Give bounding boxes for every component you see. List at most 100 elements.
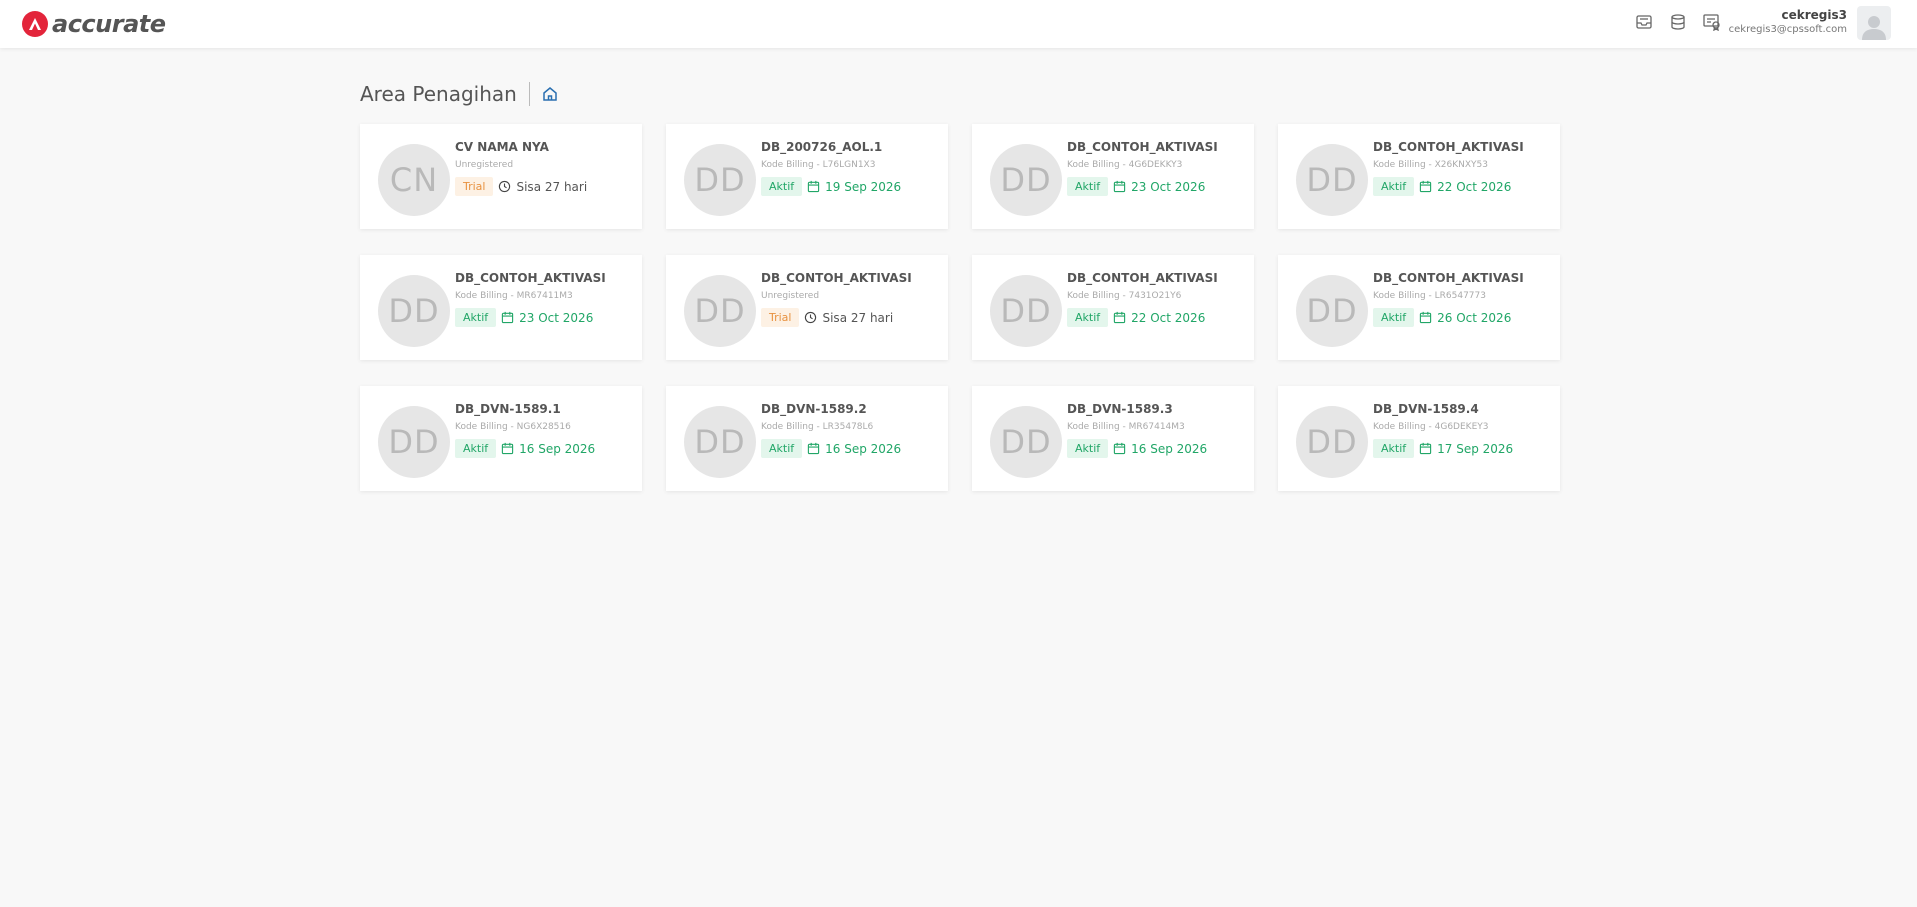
card-initials-avatar: DD xyxy=(1296,275,1368,347)
clock-icon xyxy=(498,180,512,194)
accurate-logo[interactable]: accurate xyxy=(22,10,166,38)
database-card-6[interactable]: DD DB_CONTOH_AKTIVASI Unregistered Trial… xyxy=(666,255,948,360)
card-status-row: Trial Sisa 27 hari xyxy=(761,308,940,327)
logo-text: accurate xyxy=(52,10,166,38)
calendar-icon xyxy=(1113,180,1127,194)
user-name: cekregis3 xyxy=(1781,8,1847,22)
status-detail: 23 Oct 2026 xyxy=(1131,179,1206,194)
top-bar: accurate cekregis3 cekregis3@cpssoft.com xyxy=(0,0,1917,48)
status-detail: 16 Sep 2026 xyxy=(1131,441,1208,456)
database-card-grid: CN CV NAMA NYA Unregistered Trial Sisa 2… xyxy=(360,124,1560,491)
card-status-row: Aktif 16 Sep 2026 xyxy=(761,439,940,458)
card-name: DB_200726_AOL.1 xyxy=(761,140,883,154)
card-subtitle: Kode Billing - MR67414M3 xyxy=(1067,422,1185,432)
database-card-3[interactable]: DD DB_CONTOH_AKTIVASI Kode Billing - 4G6… xyxy=(972,124,1254,229)
clock-icon xyxy=(804,311,818,325)
database-card-2[interactable]: DD DB_200726_AOL.1 Kode Billing - L76LGN… xyxy=(666,124,948,229)
card-body: DB_CONTOH_AKTIVASI Kode Billing - LR6547… xyxy=(1373,271,1552,327)
card-body: DB_DVN-1589.1 Kode Billing - NG6X28516 A… xyxy=(455,402,634,458)
status-detail: Sisa 27 hari xyxy=(822,310,894,325)
header-icons xyxy=(1634,12,1722,32)
certificate-icon[interactable] xyxy=(1702,12,1722,32)
card-initials-avatar: DD xyxy=(990,144,1062,216)
card-body: CV NAMA NYA Unregistered Trial Sisa 27 h… xyxy=(455,140,634,196)
card-status-row: Aktif 22 Oct 2026 xyxy=(1373,177,1552,196)
card-name: CV NAMA NYA xyxy=(455,140,549,154)
card-status-row: Aktif 16 Sep 2026 xyxy=(455,439,634,458)
calendar-icon xyxy=(1113,311,1127,325)
database-card-9[interactable]: DD DB_DVN-1589.1 Kode Billing - NG6X2851… xyxy=(360,386,642,491)
card-name: DB_CONTOH_AKTIVASI xyxy=(455,271,606,285)
card-status-row: Aktif 23 Oct 2026 xyxy=(455,308,634,327)
status-badge: Aktif xyxy=(1067,439,1109,458)
card-body: DB_DVN-1589.4 Kode Billing - 4G6DEKEY3 A… xyxy=(1373,402,1552,458)
card-name: DB_CONTOH_AKTIVASI xyxy=(1067,140,1218,154)
database-card-10[interactable]: DD DB_DVN-1589.2 Kode Billing - LR35478L… xyxy=(666,386,948,491)
status-badge: Aktif xyxy=(1373,177,1415,196)
card-subtitle: Kode Billing - X26KNXY53 xyxy=(1373,160,1489,170)
card-body: DB_CONTOH_AKTIVASI Unregistered Trial Si… xyxy=(761,271,940,327)
status-detail: 23 Oct 2026 xyxy=(519,310,594,325)
card-status-row: Aktif 22 Oct 2026 xyxy=(1067,308,1246,327)
status-badge: Aktif xyxy=(1067,177,1109,196)
card-subtitle: Kode Billing - LR6547773 xyxy=(1373,291,1486,301)
status-badge: Trial xyxy=(455,177,494,196)
card-body: DB_DVN-1589.3 Kode Billing - MR67414M3 A… xyxy=(1067,402,1246,458)
status-badge: Trial xyxy=(761,308,800,327)
page-title: Area Penagihan xyxy=(360,82,517,106)
card-subtitle: Kode Billing - MR67411M3 xyxy=(455,291,573,301)
calendar-icon xyxy=(501,311,515,325)
card-name: DB_CONTOH_AKTIVASI xyxy=(761,271,912,285)
card-name: DB_CONTOH_AKTIVASI xyxy=(1373,271,1524,285)
status-detail: 16 Sep 2026 xyxy=(825,441,902,456)
card-body: DB_DVN-1589.2 Kode Billing - LR35478L6 A… xyxy=(761,402,940,458)
inbox-icon[interactable] xyxy=(1634,12,1654,32)
card-initials-avatar: DD xyxy=(378,406,450,478)
database-card-11[interactable]: DD DB_DVN-1589.3 Kode Billing - MR67414M… xyxy=(972,386,1254,491)
user-avatar[interactable] xyxy=(1857,6,1891,40)
card-name: DB_DVN-1589.3 xyxy=(1067,402,1173,416)
status-detail: Sisa 27 hari xyxy=(516,179,588,194)
card-status-row: Aktif 26 Oct 2026 xyxy=(1373,308,1552,327)
database-card-1[interactable]: CN CV NAMA NYA Unregistered Trial Sisa 2… xyxy=(360,124,642,229)
database-card-7[interactable]: DD DB_CONTOH_AKTIVASI Kode Billing - 743… xyxy=(972,255,1254,360)
user-email: cekregis3@cpssoft.com xyxy=(1728,24,1847,35)
database-card-8[interactable]: DD DB_CONTOH_AKTIVASI Kode Billing - LR6… xyxy=(1278,255,1560,360)
card-name: DB_DVN-1589.4 xyxy=(1373,402,1479,416)
database-card-5[interactable]: DD DB_CONTOH_AKTIVASI Kode Billing - MR6… xyxy=(360,255,642,360)
card-status-row: Trial Sisa 27 hari xyxy=(455,177,634,196)
home-icon[interactable] xyxy=(542,86,558,102)
card-name: DB_CONTOH_AKTIVASI xyxy=(1373,140,1524,154)
status-badge: Aktif xyxy=(761,177,803,196)
status-badge: Aktif xyxy=(1373,439,1415,458)
card-subtitle: Kode Billing - LR35478L6 xyxy=(761,422,874,432)
status-badge: Aktif xyxy=(761,439,803,458)
card-body: DB_CONTOH_AKTIVASI Kode Billing - 7431O2… xyxy=(1067,271,1246,327)
card-subtitle: Kode Billing - NG6X28516 xyxy=(455,422,571,432)
card-initials-avatar: DD xyxy=(990,275,1062,347)
card-initials-avatar: DD xyxy=(1296,406,1368,478)
card-initials-avatar: DD xyxy=(684,406,756,478)
calendar-icon xyxy=(501,442,515,456)
card-body: DB_CONTOH_AKTIVASI Kode Billing - MR6741… xyxy=(455,271,634,327)
accurate-logo-icon xyxy=(22,11,48,37)
user-info[interactable]: cekregis3 cekregis3@cpssoft.com xyxy=(1729,8,1847,35)
status-detail: 17 Sep 2026 xyxy=(1437,441,1514,456)
card-body: DB_200726_AOL.1 Kode Billing - L76LGN1X3… xyxy=(761,140,940,196)
status-detail: 26 Oct 2026 xyxy=(1437,310,1512,325)
card-initials-avatar: CN xyxy=(378,144,450,216)
card-name: DB_DVN-1589.1 xyxy=(455,402,561,416)
database-card-4[interactable]: DD DB_CONTOH_AKTIVASI Kode Billing - X26… xyxy=(1278,124,1560,229)
card-initials-avatar: DD xyxy=(1296,144,1368,216)
card-subtitle: Kode Billing - L76LGN1X3 xyxy=(761,160,876,170)
card-initials-avatar: DD xyxy=(378,275,450,347)
header-divider xyxy=(528,82,530,106)
calendar-icon xyxy=(1419,311,1433,325)
status-detail: 22 Oct 2026 xyxy=(1131,310,1206,325)
status-badge: Aktif xyxy=(1373,308,1415,327)
card-status-row: Aktif 19 Sep 2026 xyxy=(761,177,940,196)
database-icon[interactable] xyxy=(1668,12,1688,32)
card-body: DB_CONTOH_AKTIVASI Kode Billing - 4G6DEK… xyxy=(1067,140,1246,196)
database-card-12[interactable]: DD DB_DVN-1589.4 Kode Billing - 4G6DEKEY… xyxy=(1278,386,1560,491)
card-subtitle: Kode Billing - 4G6DEKEY3 xyxy=(1373,422,1489,432)
